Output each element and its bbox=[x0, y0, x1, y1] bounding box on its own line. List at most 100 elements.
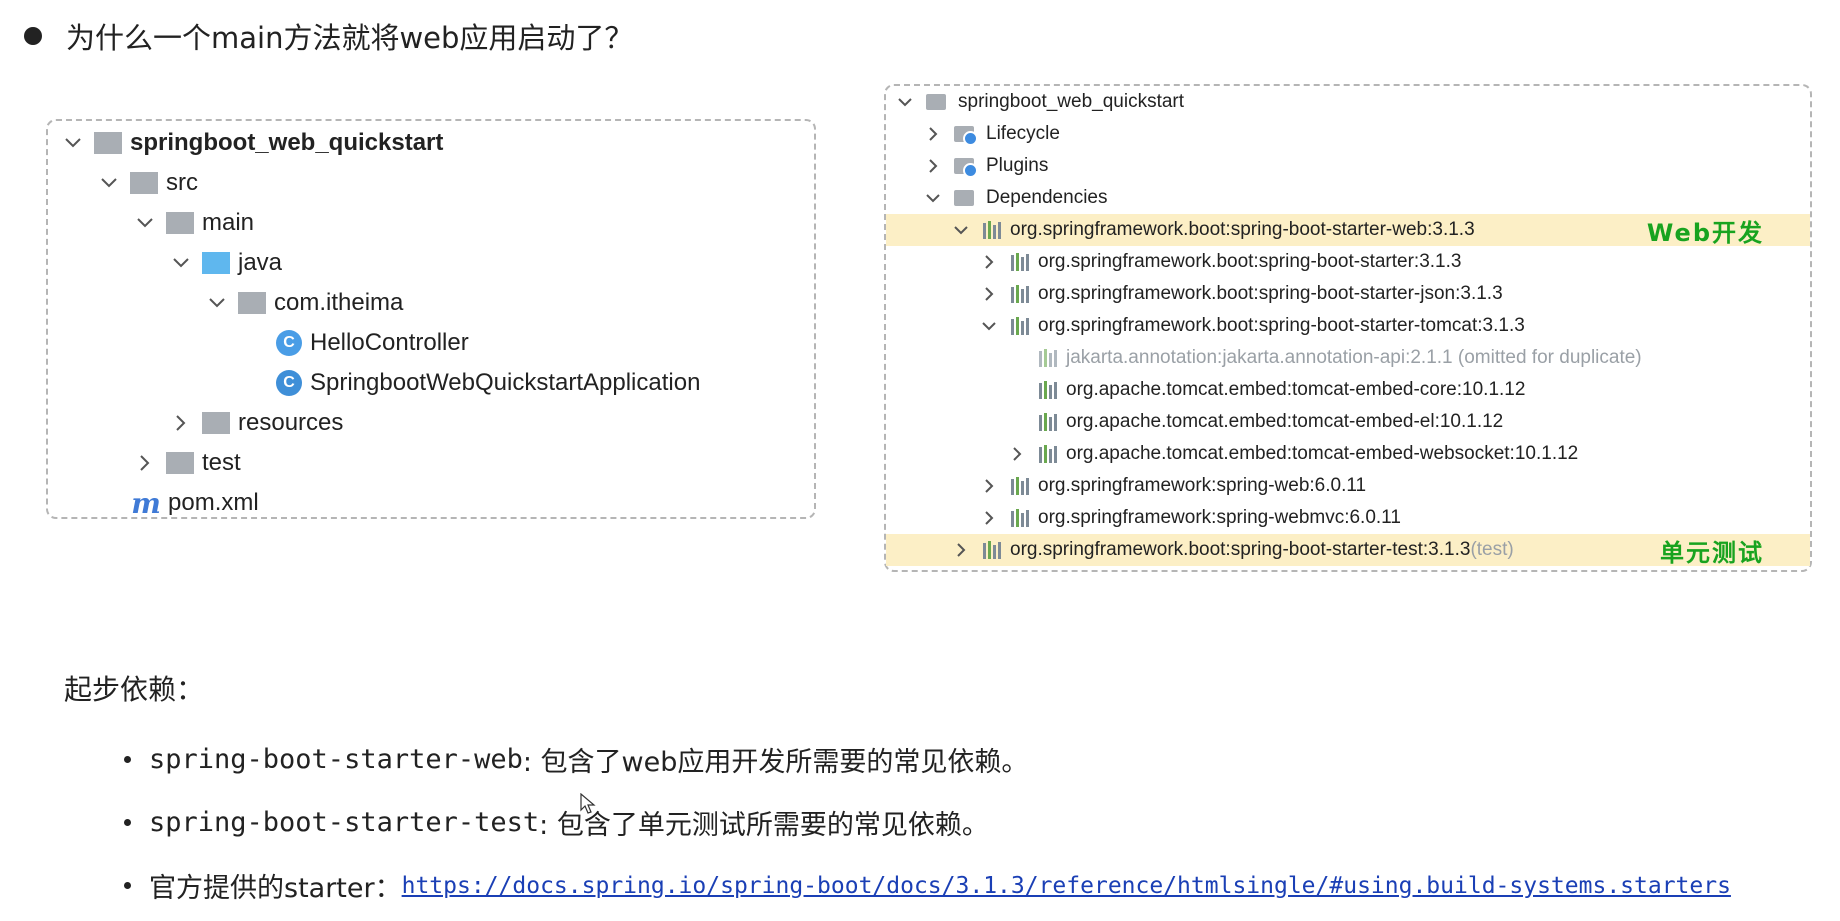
maven-item-label: org.apache.tomcat.embed:tomcat-embed-cor… bbox=[1066, 379, 1526, 400]
bullet-starter-test: spring-boot-starter-test : 包含了单元测试所需要的常见… bbox=[124, 803, 989, 842]
maven-item-label: org.springframework.boot:spring-boot-sta… bbox=[1038, 283, 1503, 304]
library-icon bbox=[1010, 253, 1030, 271]
library-icon bbox=[1038, 349, 1058, 367]
maven-item-spring-web[interactable]: org.springframework:spring-web:6.0.11 bbox=[886, 470, 1810, 502]
maven-item-starter-json[interactable]: org.springframework.boot:spring-boot-sta… bbox=[886, 278, 1810, 310]
tree-item-package[interactable]: com.itheima bbox=[48, 283, 814, 323]
chevron-down-icon[interactable] bbox=[894, 91, 916, 113]
chevron-right-icon[interactable] bbox=[950, 539, 972, 561]
library-icon bbox=[1010, 509, 1030, 527]
chevron-down-icon[interactable] bbox=[134, 212, 156, 234]
maven-dependency-panel: springboot_web_quickstart Lifecycle Plug… bbox=[884, 84, 1812, 572]
resources-folder-icon bbox=[202, 412, 230, 434]
bullet-starter-web: spring-boot-starter-web : 包含了web应用开发所需要的… bbox=[124, 740, 1028, 779]
official-starters-link[interactable]: https://docs.spring.io/spring-boot/docs/… bbox=[402, 873, 1731, 899]
tree-item-resources[interactable]: resources bbox=[48, 403, 814, 443]
maven-item-starter[interactable]: org.springframework.boot:spring-boot-sta… bbox=[886, 246, 1810, 278]
maven-item-label: org.springframework.boot:spring-boot-sta… bbox=[1010, 539, 1471, 560]
maven-item-label: org.springframework.boot:spring-boot-sta… bbox=[1038, 251, 1462, 272]
maven-item-label: org.springframework.boot:spring-boot-sta… bbox=[1038, 315, 1525, 336]
maven-item-project[interactable]: springboot_web_quickstart bbox=[886, 86, 1810, 118]
chevron-down-icon[interactable] bbox=[950, 219, 972, 241]
chevron-down-icon[interactable] bbox=[170, 252, 192, 274]
chevron-down-icon[interactable] bbox=[978, 315, 1000, 337]
library-icon bbox=[982, 541, 1002, 559]
tree-item-test[interactable]: test bbox=[48, 443, 814, 483]
chevron-right-icon[interactable] bbox=[978, 507, 1000, 529]
bullet-dot bbox=[124, 882, 131, 889]
tree-item-label: main bbox=[202, 209, 255, 236]
package-icon bbox=[238, 292, 266, 314]
tree-item-java[interactable]: java bbox=[48, 243, 814, 283]
library-icon bbox=[1038, 413, 1058, 431]
tree-item-hello-controller[interactable]: C HelloController bbox=[48, 323, 814, 363]
chevron-right-icon[interactable] bbox=[922, 123, 944, 145]
chevron-down-icon[interactable] bbox=[98, 172, 120, 194]
chevron-down-icon[interactable] bbox=[922, 187, 944, 209]
tree-item-pom[interactable]: m pom.xml bbox=[48, 483, 814, 523]
library-icon bbox=[1010, 317, 1030, 335]
bullet-dot bbox=[124, 819, 131, 826]
folder-icon bbox=[166, 452, 194, 474]
maven-item-label: jakarta.annotation:jakarta.annotation-ap… bbox=[1066, 347, 1642, 368]
maven-item-tomcat-core[interactable]: org.apache.tomcat.embed:tomcat-embed-cor… bbox=[886, 374, 1810, 406]
chevron-right-icon[interactable] bbox=[134, 452, 156, 474]
maven-item-jakarta-annotation[interactable]: jakarta.annotation:jakarta.annotation-ap… bbox=[886, 342, 1810, 374]
chevron-right-icon[interactable] bbox=[170, 412, 192, 434]
starter-name: spring-boot-starter-test bbox=[149, 807, 540, 838]
maven-item-label: Dependencies bbox=[986, 187, 1108, 208]
plugins-folder-icon bbox=[954, 156, 978, 178]
tree-item-label: test bbox=[202, 449, 241, 476]
starter-name: spring-boot-starter-web bbox=[149, 744, 523, 775]
tree-item-application[interactable]: C SpringbootWebQuickstartApplication bbox=[48, 363, 814, 403]
maven-item-label: org.apache.tomcat.embed:tomcat-embed-el:… bbox=[1066, 411, 1504, 432]
bullet-dot bbox=[124, 756, 131, 763]
chevron-right-icon[interactable] bbox=[1006, 443, 1028, 465]
tree-item-label: src bbox=[166, 169, 198, 196]
chevron-right-icon[interactable] bbox=[922, 155, 944, 177]
tree-item-project-root[interactable]: springboot_web_quickstart bbox=[48, 123, 814, 163]
starter-description: : 包含了web应用开发所需要的常见依赖。 bbox=[522, 747, 1029, 778]
maven-icon: m bbox=[131, 486, 161, 520]
maven-item-spring-webmvc[interactable]: org.springframework:spring-webmvc:6.0.11 bbox=[886, 502, 1810, 534]
dependencies-folder-icon bbox=[954, 188, 978, 208]
official-starters-prefix: 官方提供的starter： bbox=[149, 873, 402, 904]
library-icon bbox=[1010, 477, 1030, 495]
tree-item-src[interactable]: src bbox=[48, 163, 814, 203]
maven-item-dependencies[interactable]: Dependencies bbox=[886, 182, 1810, 214]
maven-item-starter-web[interactable]: org.springframework.boot:spring-boot-sta… bbox=[886, 214, 1810, 247]
maven-item-plugins[interactable]: Plugins bbox=[886, 150, 1810, 182]
maven-item-tomcat-websocket[interactable]: org.apache.tomcat.embed:tomcat-embed-web… bbox=[886, 438, 1810, 470]
project-tree-panel: springboot_web_quickstart src main java … bbox=[46, 119, 816, 520]
maven-item-label: org.springframework:spring-webmvc:6.0.11 bbox=[1038, 507, 1401, 528]
maven-item-label: springboot_web_quickstart bbox=[958, 91, 1185, 112]
bullet-dot bbox=[24, 27, 42, 45]
chevron-down-icon[interactable] bbox=[62, 132, 84, 154]
maven-item-starter-tomcat[interactable]: org.springframework.boot:spring-boot-sta… bbox=[886, 310, 1810, 342]
class-icon: C bbox=[276, 330, 302, 356]
tree-item-main[interactable]: main bbox=[48, 203, 814, 243]
tree-item-label: springboot_web_quickstart bbox=[130, 129, 444, 156]
maven-item-lifecycle[interactable]: Lifecycle bbox=[886, 118, 1810, 150]
maven-item-label: org.springframework.boot:spring-boot-sta… bbox=[1010, 219, 1475, 240]
folder-icon bbox=[166, 212, 194, 234]
project-folder-icon bbox=[94, 132, 122, 154]
chevron-right-icon[interactable] bbox=[978, 283, 1000, 305]
starter-description: : 包含了单元测试所需要的常见依赖。 bbox=[539, 810, 989, 841]
library-icon bbox=[1010, 285, 1030, 303]
tree-item-label: pom.xml bbox=[168, 489, 259, 516]
tree-item-label: com.itheima bbox=[274, 289, 404, 316]
chevron-down-icon[interactable] bbox=[206, 292, 228, 314]
source-folder-icon bbox=[202, 252, 230, 274]
maven-item-tomcat-el[interactable]: org.apache.tomcat.embed:tomcat-embed-el:… bbox=[886, 406, 1810, 438]
chevron-right-icon[interactable] bbox=[978, 251, 1000, 273]
chevron-right-icon[interactable] bbox=[978, 475, 1000, 497]
tree-item-label: SpringbootWebQuickstartApplication bbox=[310, 369, 701, 396]
bullet-official-starters: 官方提供的starter： https://docs.spring.io/spr… bbox=[124, 866, 1731, 905]
maven-item-starter-test[interactable]: org.springframework.boot:spring-boot-sta… bbox=[886, 534, 1810, 567]
maven-project-icon bbox=[926, 92, 950, 112]
slide-heading: 为什么一个main方法就将web应用启动了？ bbox=[24, 14, 633, 58]
lifecycle-folder-icon bbox=[954, 124, 978, 146]
maven-item-label: org.apache.tomcat.embed:tomcat-embed-web… bbox=[1066, 443, 1579, 464]
library-icon bbox=[1038, 381, 1058, 399]
